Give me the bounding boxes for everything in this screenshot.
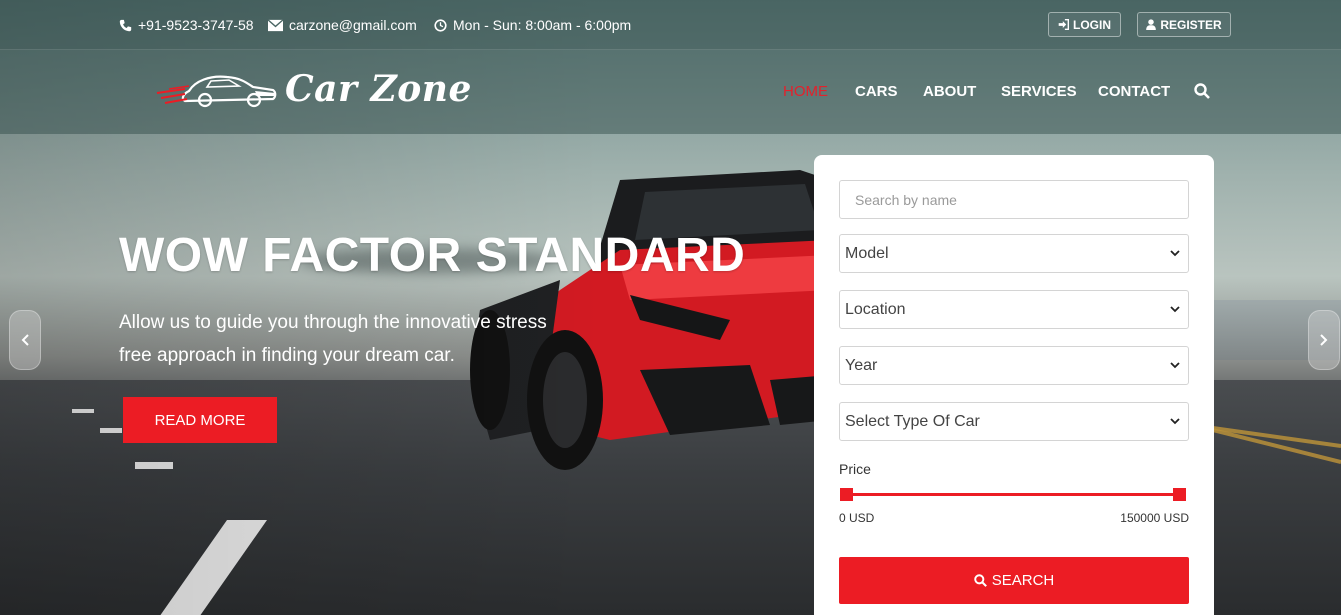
user-icon [1146,19,1157,30]
price-max-value: 150000 USD [1120,511,1189,525]
chevron-left-icon [21,334,29,346]
clock-icon [434,18,447,32]
envelope-icon [268,18,283,31]
business-hours: Mon - Sun: 8:00am - 6:00pm [434,17,631,33]
search-name-input[interactable]: Search by name [839,180,1189,219]
phone-number: +91-9523-3747-58 [138,17,254,33]
top-bar: +91-9523-3747-58 carzone@gmail.com Mon -… [0,0,1341,50]
login-button[interactable]: LOGIN [1048,12,1121,37]
car-logo-icon [156,75,277,108]
car-search-panel: Search by name Model Location Year Selec… [814,155,1214,615]
sign-in-icon [1058,19,1069,30]
hero-subtitle-line: Allow us to guide you through the innova… [119,312,547,333]
email-address: carzone@gmail.com [289,17,417,33]
chevron-down-icon [1170,418,1180,425]
price-min-handle[interactable] [840,488,853,501]
carousel-next-button[interactable] [1308,310,1340,370]
register-button[interactable]: REGISTER [1137,12,1231,37]
location-select-value: Location [845,300,906,318]
location-select[interactable]: Location [839,290,1189,329]
nav-home[interactable]: HOME [783,83,828,100]
chevron-down-icon [1170,250,1180,257]
search-icon[interactable] [1194,83,1210,99]
hero-title: WOW FACTOR STANDARD [119,229,746,282]
brand-name: Car Zone [285,68,472,110]
year-select[interactable]: Year [839,346,1189,385]
read-more-button[interactable]: READ MORE [123,397,277,443]
nav-services[interactable]: SERVICES [1001,83,1077,100]
phone-icon [119,19,132,31]
price-max-handle[interactable] [1173,488,1186,501]
year-select-value: Year [845,356,878,374]
car-type-select-value: Select Type Of Car [845,412,980,430]
nav-about[interactable]: ABOUT [923,83,976,100]
email-contact[interactable]: carzone@gmail.com [268,17,417,33]
hero-subtitle: Allow us to guide you through the innova… [119,306,579,372]
price-min-value: 0 USD [839,511,875,525]
model-select[interactable]: Model [839,234,1189,273]
search-name-placeholder: Search by name [855,191,957,208]
nav-cars[interactable]: CARS [855,83,898,100]
phone-contact[interactable]: +91-9523-3747-58 [119,17,254,33]
price-range-track[interactable] [845,493,1181,496]
nav-contact[interactable]: CONTACT [1098,83,1170,100]
chevron-right-icon [1320,334,1328,346]
register-label: REGISTER [1160,17,1222,32]
search-button-label: SEARCH [991,572,1055,589]
search-icon [973,574,987,587]
price-label: Price [839,461,871,477]
chevron-down-icon [1170,306,1180,313]
hours-text: Mon - Sun: 8:00am - 6:00pm [453,17,632,33]
chevron-down-icon [1170,362,1180,369]
model-select-value: Model [845,244,889,262]
car-type-select[interactable]: Select Type Of Car [839,402,1189,441]
login-label: LOGIN [1073,17,1111,32]
hero-subtitle-line: free approach in finding your dream car. [119,345,455,366]
carousel-prev-button[interactable] [9,310,41,370]
search-button[interactable]: SEARCH [839,557,1189,604]
brand-logo[interactable]: Car Zone [155,68,472,110]
